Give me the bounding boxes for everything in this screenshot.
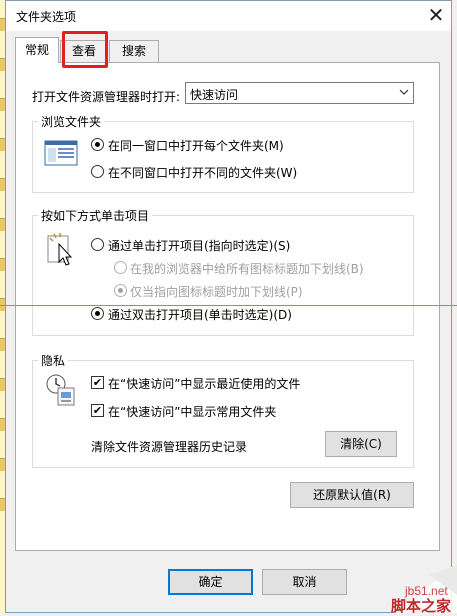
mouse-pointer-icon xyxy=(46,232,76,271)
clock-documents-icon xyxy=(45,373,77,410)
radio-double-click[interactable] xyxy=(91,307,104,320)
watermark-site: jb51.net xyxy=(404,584,448,598)
watermark-name: 脚本之家 xyxy=(391,597,451,613)
browse-folders-group xyxy=(32,121,414,193)
radio-underline-hover-label: 仅当指向图标标题时加下划线(P) xyxy=(130,285,303,299)
radio-same-window[interactable] xyxy=(91,138,104,151)
clear-history-button[interactable]: 清除(C) xyxy=(325,431,397,457)
window-title: 文件夹选项 xyxy=(16,10,77,24)
watermark: jb51.net 脚本之家 xyxy=(333,565,457,615)
radio-underline-all[interactable] xyxy=(114,261,127,274)
restore-defaults-button[interactable]: 还原默认值(R) xyxy=(290,482,414,508)
radio-underline-hover[interactable] xyxy=(114,284,127,297)
browse-folders-title: 浏览文件夹 xyxy=(38,113,105,130)
radio-double-click-label: 通过双击打开项目(单击时选定)(D) xyxy=(108,308,292,322)
chevron-down-icon[interactable] xyxy=(396,84,412,102)
click-items-title: 按如下方式单击项目 xyxy=(38,207,153,224)
checkbox-frequent-folders[interactable]: ✔ xyxy=(91,404,104,417)
checkbox-recent-files[interactable]: ✔ xyxy=(91,376,104,389)
radio-single-click-label: 通过单击打开项目(指向时选定)(S) xyxy=(108,239,291,253)
ok-button[interactable]: 确定 xyxy=(168,569,253,595)
radio-underline-all-label: 在我的浏览器中给所有图标标题加下划线(B) xyxy=(130,262,364,276)
checkbox-recent-files-label: 在“快速访问”中显示最近使用的文件 xyxy=(108,377,301,391)
checkbox-frequent-folders-label: 在“快速访问”中显示常用文件夹 xyxy=(108,405,277,419)
radio-different-window[interactable] xyxy=(91,165,104,178)
open-explorer-label: 打开文件资源管理器时打开: xyxy=(32,90,181,104)
open-explorer-selected-value: 快速访问 xyxy=(190,88,239,102)
annotation-line xyxy=(0,305,457,306)
radio-same-window-label: 在同一窗口中打开每个文件夹(M) xyxy=(108,139,284,153)
close-icon[interactable]: ✕ xyxy=(424,3,448,27)
highlight-box xyxy=(62,31,108,68)
folder-window-icon xyxy=(44,139,78,170)
privacy-title: 隐私 xyxy=(38,352,69,369)
tab-search[interactable]: 搜索 xyxy=(109,40,159,62)
tab-general[interactable]: 常规 xyxy=(15,37,59,63)
radio-single-click[interactable] xyxy=(91,238,104,251)
radio-different-window-label: 在不同窗口中打开不同的文件夹(W) xyxy=(108,166,298,180)
clear-history-label: 清除文件资源管理器历史记录 xyxy=(91,440,248,454)
